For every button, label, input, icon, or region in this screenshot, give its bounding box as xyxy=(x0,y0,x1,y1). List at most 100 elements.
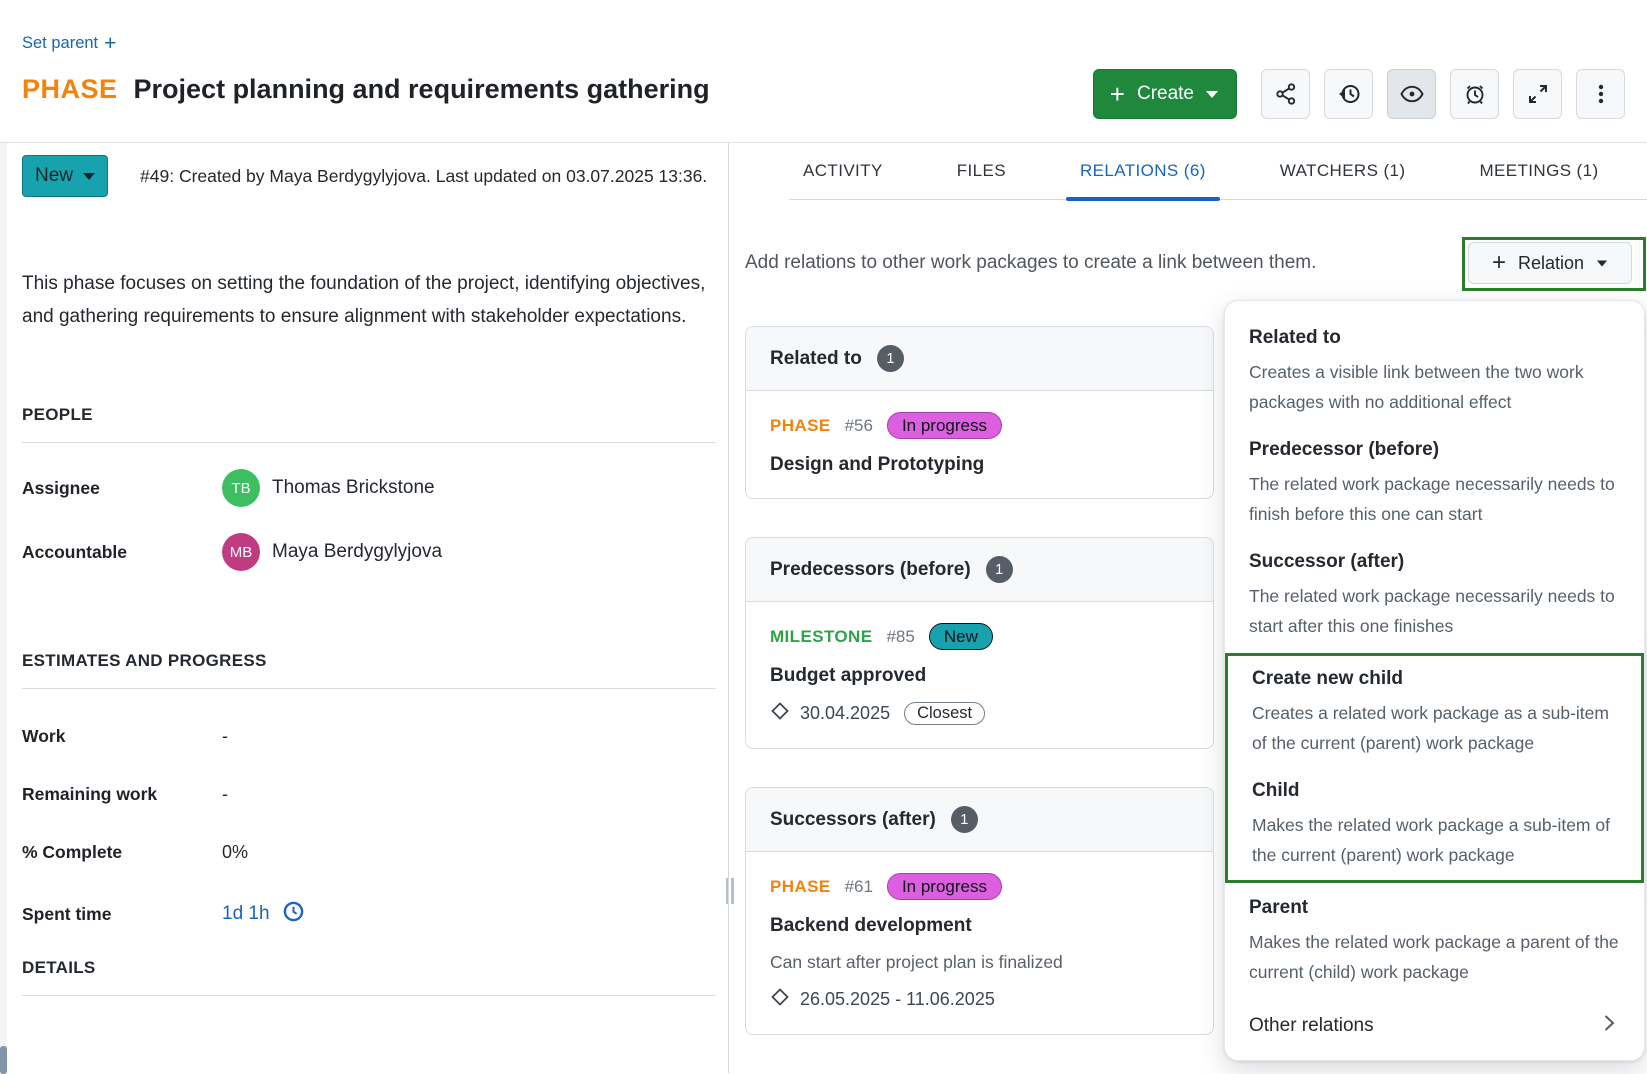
spent-time-link[interactable]: 1d 1h xyxy=(222,900,716,928)
share-button[interactable] xyxy=(1261,69,1310,119)
create-button[interactable]: + Create xyxy=(1093,69,1237,119)
spent-time-value: 1d 1h xyxy=(222,903,270,925)
milestone-diamond-icon xyxy=(770,987,790,1012)
accountable-label: Accountable xyxy=(22,542,222,563)
add-relation-button[interactable]: + Relation xyxy=(1468,242,1632,284)
activity-history-button[interactable] xyxy=(1324,69,1373,119)
work-value[interactable]: - xyxy=(222,726,716,747)
plus-icon: + xyxy=(104,36,116,52)
status-dropdown[interactable]: New xyxy=(22,155,108,197)
work-package-details-pane: New #49: Created by Maya Berdygylyjova. … xyxy=(0,143,729,1073)
work-package-id: #61 xyxy=(845,877,873,897)
fullscreen-icon xyxy=(1526,82,1550,106)
relation-group-header: Predecessors (before) 1 xyxy=(746,538,1213,602)
relation-date: 26.05.2025 - 11.06.2025 xyxy=(800,989,995,1010)
menu-item-other-relations[interactable]: Other relations xyxy=(1225,997,1644,1056)
people-section-heading: PEOPLE xyxy=(22,405,716,443)
menu-item-title: Related to xyxy=(1249,325,1624,351)
menu-item-parent[interactable]: Parent Makes the related work package a … xyxy=(1225,885,1644,997)
chevron-down-icon xyxy=(1206,91,1218,98)
kebab-menu-icon xyxy=(1590,82,1612,106)
menu-item-predecessor[interactable]: Predecessor (before) The related work pa… xyxy=(1225,427,1644,539)
creation-meta: #49: Created by Maya Berdygylyjova. Last… xyxy=(140,166,707,187)
menu-item-description: Makes the related work package a parent … xyxy=(1249,927,1624,987)
fullscreen-button[interactable] xyxy=(1513,69,1562,119)
assignee-row: Assignee TB Thomas Brickstone xyxy=(22,469,716,507)
accountable-value[interactable]: MB Maya Berdygylyjova xyxy=(222,533,716,571)
menu-item-title: Create new child xyxy=(1252,666,1621,692)
accountable-name: Maya Berdygylyjova xyxy=(272,541,442,563)
tab-relations[interactable]: RELATIONS (6) xyxy=(1066,143,1220,200)
scrollbar-thumb[interactable] xyxy=(0,1046,7,1074)
relation-count-badge: 1 xyxy=(986,556,1013,583)
menu-item-title: Predecessor (before) xyxy=(1249,437,1624,463)
spent-time-row: Spent time 1d 1h xyxy=(22,900,716,928)
relation-item[interactable]: PHASE #61 In progress Backend developmen… xyxy=(746,852,1213,1034)
other-relations-label: Other relations xyxy=(1249,1015,1374,1037)
work-package-link[interactable]: Budget approved xyxy=(770,665,1189,687)
tab-meetings[interactable]: MEETINGS (1) xyxy=(1465,143,1612,200)
work-package-type: PHASE xyxy=(770,416,831,436)
assignee-value[interactable]: TB Thomas Brickstone xyxy=(222,469,716,507)
status-badge: In progress xyxy=(887,412,1002,439)
spent-time-label: Spent time xyxy=(22,904,222,925)
work-package-type: PHASE xyxy=(770,877,831,897)
work-package-type[interactable]: PHASE xyxy=(22,74,118,105)
status-row: New #49: Created by Maya Berdygylyjova. … xyxy=(22,155,716,197)
annotation-highlight-box: Create new child Creates a related work … xyxy=(1225,653,1644,883)
remaining-work-value[interactable]: - xyxy=(222,784,716,805)
work-package-link[interactable]: Backend development xyxy=(770,915,1189,937)
status-badge: New xyxy=(929,623,993,650)
status-label: New xyxy=(35,165,73,187)
toolbar: + Create xyxy=(1093,69,1625,119)
assignee-label: Assignee xyxy=(22,478,222,499)
tab-files[interactable]: FILES xyxy=(943,143,1020,200)
add-relation-label: Relation xyxy=(1518,253,1584,274)
tab-activity[interactable]: ACTIVITY xyxy=(789,143,897,200)
alarm-clock-icon xyxy=(1462,81,1488,107)
menu-item-related-to[interactable]: Related to Creates a visible link betwee… xyxy=(1225,315,1644,427)
menu-item-child[interactable]: Child Makes the related work package a s… xyxy=(1228,768,1641,880)
page-title[interactable]: Project planning and requirements gather… xyxy=(134,74,710,105)
pane-resize-handle[interactable] xyxy=(723,878,736,904)
menu-item-title: Child xyxy=(1252,778,1621,804)
plus-icon: + xyxy=(1110,83,1125,105)
work-package-link[interactable]: Design and Prototyping xyxy=(770,454,1189,476)
avatar: MB xyxy=(222,533,260,571)
relation-group-header: Successors (after) 1 xyxy=(746,788,1213,852)
remaining-work-row: Remaining work - xyxy=(22,784,716,805)
watch-button[interactable] xyxy=(1387,69,1436,119)
percent-complete-label: % Complete xyxy=(22,842,222,863)
share-icon xyxy=(1274,82,1298,106)
estimates-section-heading: ESTIMATES AND PROGRESS xyxy=(22,651,716,689)
milestone-diamond-icon xyxy=(770,701,790,726)
work-package-page: Set parent + PHASE Project planning and … xyxy=(0,0,1647,1074)
date-row: 26.05.2025 - 11.06.2025 xyxy=(770,987,1189,1012)
menu-item-description: Makes the related work package a sub-ite… xyxy=(1252,810,1621,870)
work-package-meta-row: MILESTONE #85 New xyxy=(770,623,1189,650)
work-package-meta-row: PHASE #61 In progress xyxy=(770,873,1189,900)
assignee-name: Thomas Brickstone xyxy=(272,477,435,499)
relation-group-header: Related to 1 xyxy=(746,327,1213,391)
menu-item-description: Creates a visible link between the two w… xyxy=(1249,357,1624,417)
percent-complete-row: % Complete 0% xyxy=(22,842,716,863)
relation-group-title: Related to xyxy=(770,348,862,370)
remaining-work-label: Remaining work xyxy=(22,784,222,805)
relation-item[interactable]: PHASE #56 In progress Design and Prototy… xyxy=(746,391,1213,498)
menu-item-description: The related work package necessarily nee… xyxy=(1249,469,1624,529)
percent-complete-value[interactable]: 0% xyxy=(222,842,716,863)
set-parent-link[interactable]: Set parent + xyxy=(22,34,116,53)
menu-item-title: Parent xyxy=(1249,895,1624,921)
work-package-description[interactable]: This phase focuses on setting the founda… xyxy=(22,267,714,333)
work-package-id: #56 xyxy=(845,416,873,436)
reminder-button[interactable] xyxy=(1450,69,1499,119)
left-pane-scrollbar[interactable] xyxy=(0,143,7,1074)
menu-item-create-new-child[interactable]: Create new child Creates a related work … xyxy=(1228,656,1641,768)
menu-item-successor[interactable]: Successor (after) The related work packa… xyxy=(1225,539,1644,651)
relation-note: Can start after project plan is finalize… xyxy=(770,952,1189,973)
work-package-type: MILESTONE xyxy=(770,627,872,647)
relation-item[interactable]: MILESTONE #85 New Budget approved 30. xyxy=(746,602,1213,748)
more-options-button[interactable] xyxy=(1576,69,1625,119)
tab-watchers[interactable]: WATCHERS (1) xyxy=(1266,143,1420,200)
relation-group-related: Related to 1 PHASE #56 In progress Desig… xyxy=(745,326,1214,499)
